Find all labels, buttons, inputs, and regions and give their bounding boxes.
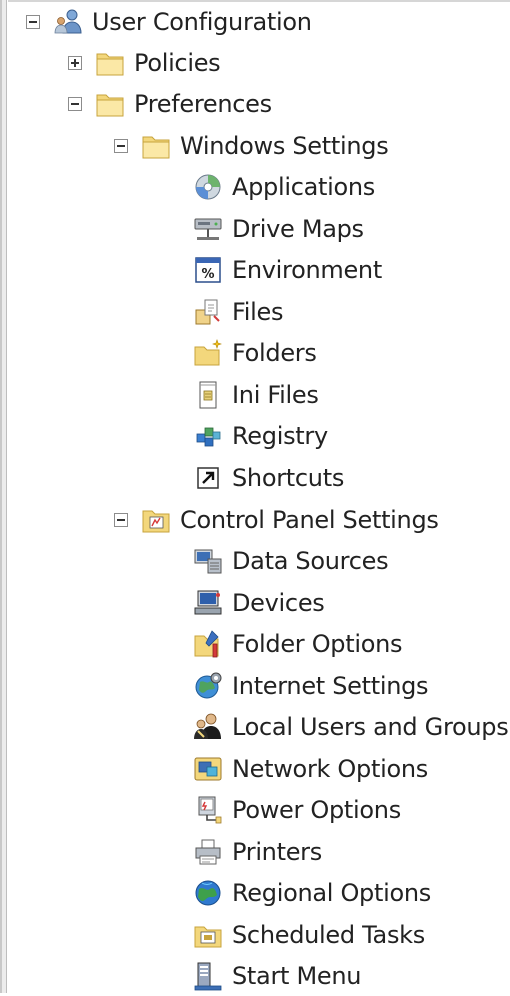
tree-node-label: Windows Settings xyxy=(180,132,389,160)
tree-node-applications[interactable]: Applications xyxy=(192,167,375,207)
tree-node-ini-files[interactable]: Ini Files xyxy=(192,375,319,415)
tree-node-label: Files xyxy=(232,298,284,326)
tree-node-user-configuration[interactable]: User Configuration xyxy=(26,2,312,42)
folder-icon xyxy=(140,130,172,162)
tree-node-label: Preferences xyxy=(134,90,272,118)
local-users-groups-icon xyxy=(192,711,224,743)
tree-node-label: Applications xyxy=(232,173,376,201)
scheduled-tasks-icon xyxy=(192,919,224,951)
control-panel-folder-icon xyxy=(140,504,172,536)
tree-node-label: Data Sources xyxy=(232,547,389,575)
network-options-icon xyxy=(192,753,224,785)
ini-files-icon xyxy=(192,379,224,411)
folders-icon xyxy=(192,337,224,369)
tree-node-internet-settings[interactable]: Internet Settings xyxy=(192,666,429,706)
tree-node-folder-options[interactable]: Folder Options xyxy=(192,624,403,664)
tree-node-label: Printers xyxy=(232,838,322,866)
group-policy-tree: User Configuration Policies Preferences xyxy=(0,0,510,993)
tree-node-devices[interactable]: Devices xyxy=(192,583,325,623)
tree-node-label: Internet Settings xyxy=(232,672,429,700)
user-icon xyxy=(52,6,84,38)
environment-icon: % xyxy=(192,254,224,286)
tree-node-printers[interactable]: Printers xyxy=(192,832,322,872)
internet-settings-icon xyxy=(192,670,224,702)
tree-node-policies[interactable]: Policies xyxy=(68,43,221,83)
tree-node-power-options[interactable]: Power Options xyxy=(192,790,401,830)
tree-node-files[interactable]: Files xyxy=(192,292,283,332)
tree-node-label: Ini Files xyxy=(232,381,319,409)
tree-node-label: Drive Maps xyxy=(232,215,364,243)
files-icon xyxy=(192,296,224,328)
applications-icon xyxy=(192,171,224,203)
regional-options-icon xyxy=(192,877,224,909)
expand-toggle[interactable] xyxy=(68,56,82,70)
tree-node-preferences[interactable]: Preferences xyxy=(68,84,272,124)
tree-node-scheduled-tasks[interactable]: Scheduled Tasks xyxy=(192,915,425,955)
tree-node-local-users-and-groups[interactable]: Local Users and Groups xyxy=(192,707,509,747)
tree-node-start-menu[interactable]: Start Menu xyxy=(192,956,361,996)
registry-icon xyxy=(192,420,224,452)
power-options-icon xyxy=(192,794,224,826)
devices-icon xyxy=(192,587,224,619)
folder-icon xyxy=(94,88,126,120)
tree-node-label: Regional Options xyxy=(232,879,431,907)
tree-node-windows-settings[interactable]: Windows Settings xyxy=(114,126,389,166)
drive-maps-icon xyxy=(192,213,224,245)
tree-node-label: Folder Options xyxy=(232,630,403,658)
tree-node-network-options[interactable]: Network Options xyxy=(192,749,428,789)
collapse-toggle[interactable] xyxy=(68,97,82,111)
svg-text:%: % xyxy=(201,267,214,282)
tree-node-label: Network Options xyxy=(232,755,428,783)
collapse-toggle[interactable] xyxy=(114,513,128,527)
tree-node-label: Environment xyxy=(232,256,382,284)
tree-node-environment[interactable]: % Environment xyxy=(192,250,382,290)
data-sources-icon xyxy=(192,545,224,577)
printers-icon xyxy=(192,836,224,868)
folder-options-icon xyxy=(192,628,224,660)
tree-node-label: Folders xyxy=(232,339,317,367)
collapse-toggle[interactable] xyxy=(114,139,128,153)
tree-node-drive-maps[interactable]: Drive Maps xyxy=(192,209,364,249)
tree-node-label: User Configuration xyxy=(92,8,312,36)
shortcuts-icon xyxy=(192,462,224,494)
tree-node-label: Local Users and Groups xyxy=(232,713,509,741)
collapse-toggle[interactable] xyxy=(26,15,40,29)
tree-node-shortcuts[interactable]: Shortcuts xyxy=(192,458,344,498)
tree-node-label: Devices xyxy=(232,589,325,617)
tree-node-label: Start Menu xyxy=(232,962,362,990)
folder-icon xyxy=(94,47,126,79)
tree-node-label: Shortcuts xyxy=(232,464,345,492)
tree-node-label: Policies xyxy=(134,49,221,77)
tree-node-label: Scheduled Tasks xyxy=(232,921,425,949)
tree-node-control-panel-settings[interactable]: Control Panel Settings xyxy=(114,500,439,540)
tree-node-regional-options[interactable]: Regional Options xyxy=(192,873,431,913)
tree-node-registry[interactable]: Registry xyxy=(192,416,328,456)
tree-node-folders[interactable]: Folders xyxy=(192,333,317,373)
start-menu-icon xyxy=(192,960,224,992)
tree-node-label: Power Options xyxy=(232,796,401,824)
tree-node-label: Registry xyxy=(232,422,328,450)
tree-node-label: Control Panel Settings xyxy=(180,506,439,534)
tree-node-data-sources[interactable]: Data Sources xyxy=(192,541,389,581)
